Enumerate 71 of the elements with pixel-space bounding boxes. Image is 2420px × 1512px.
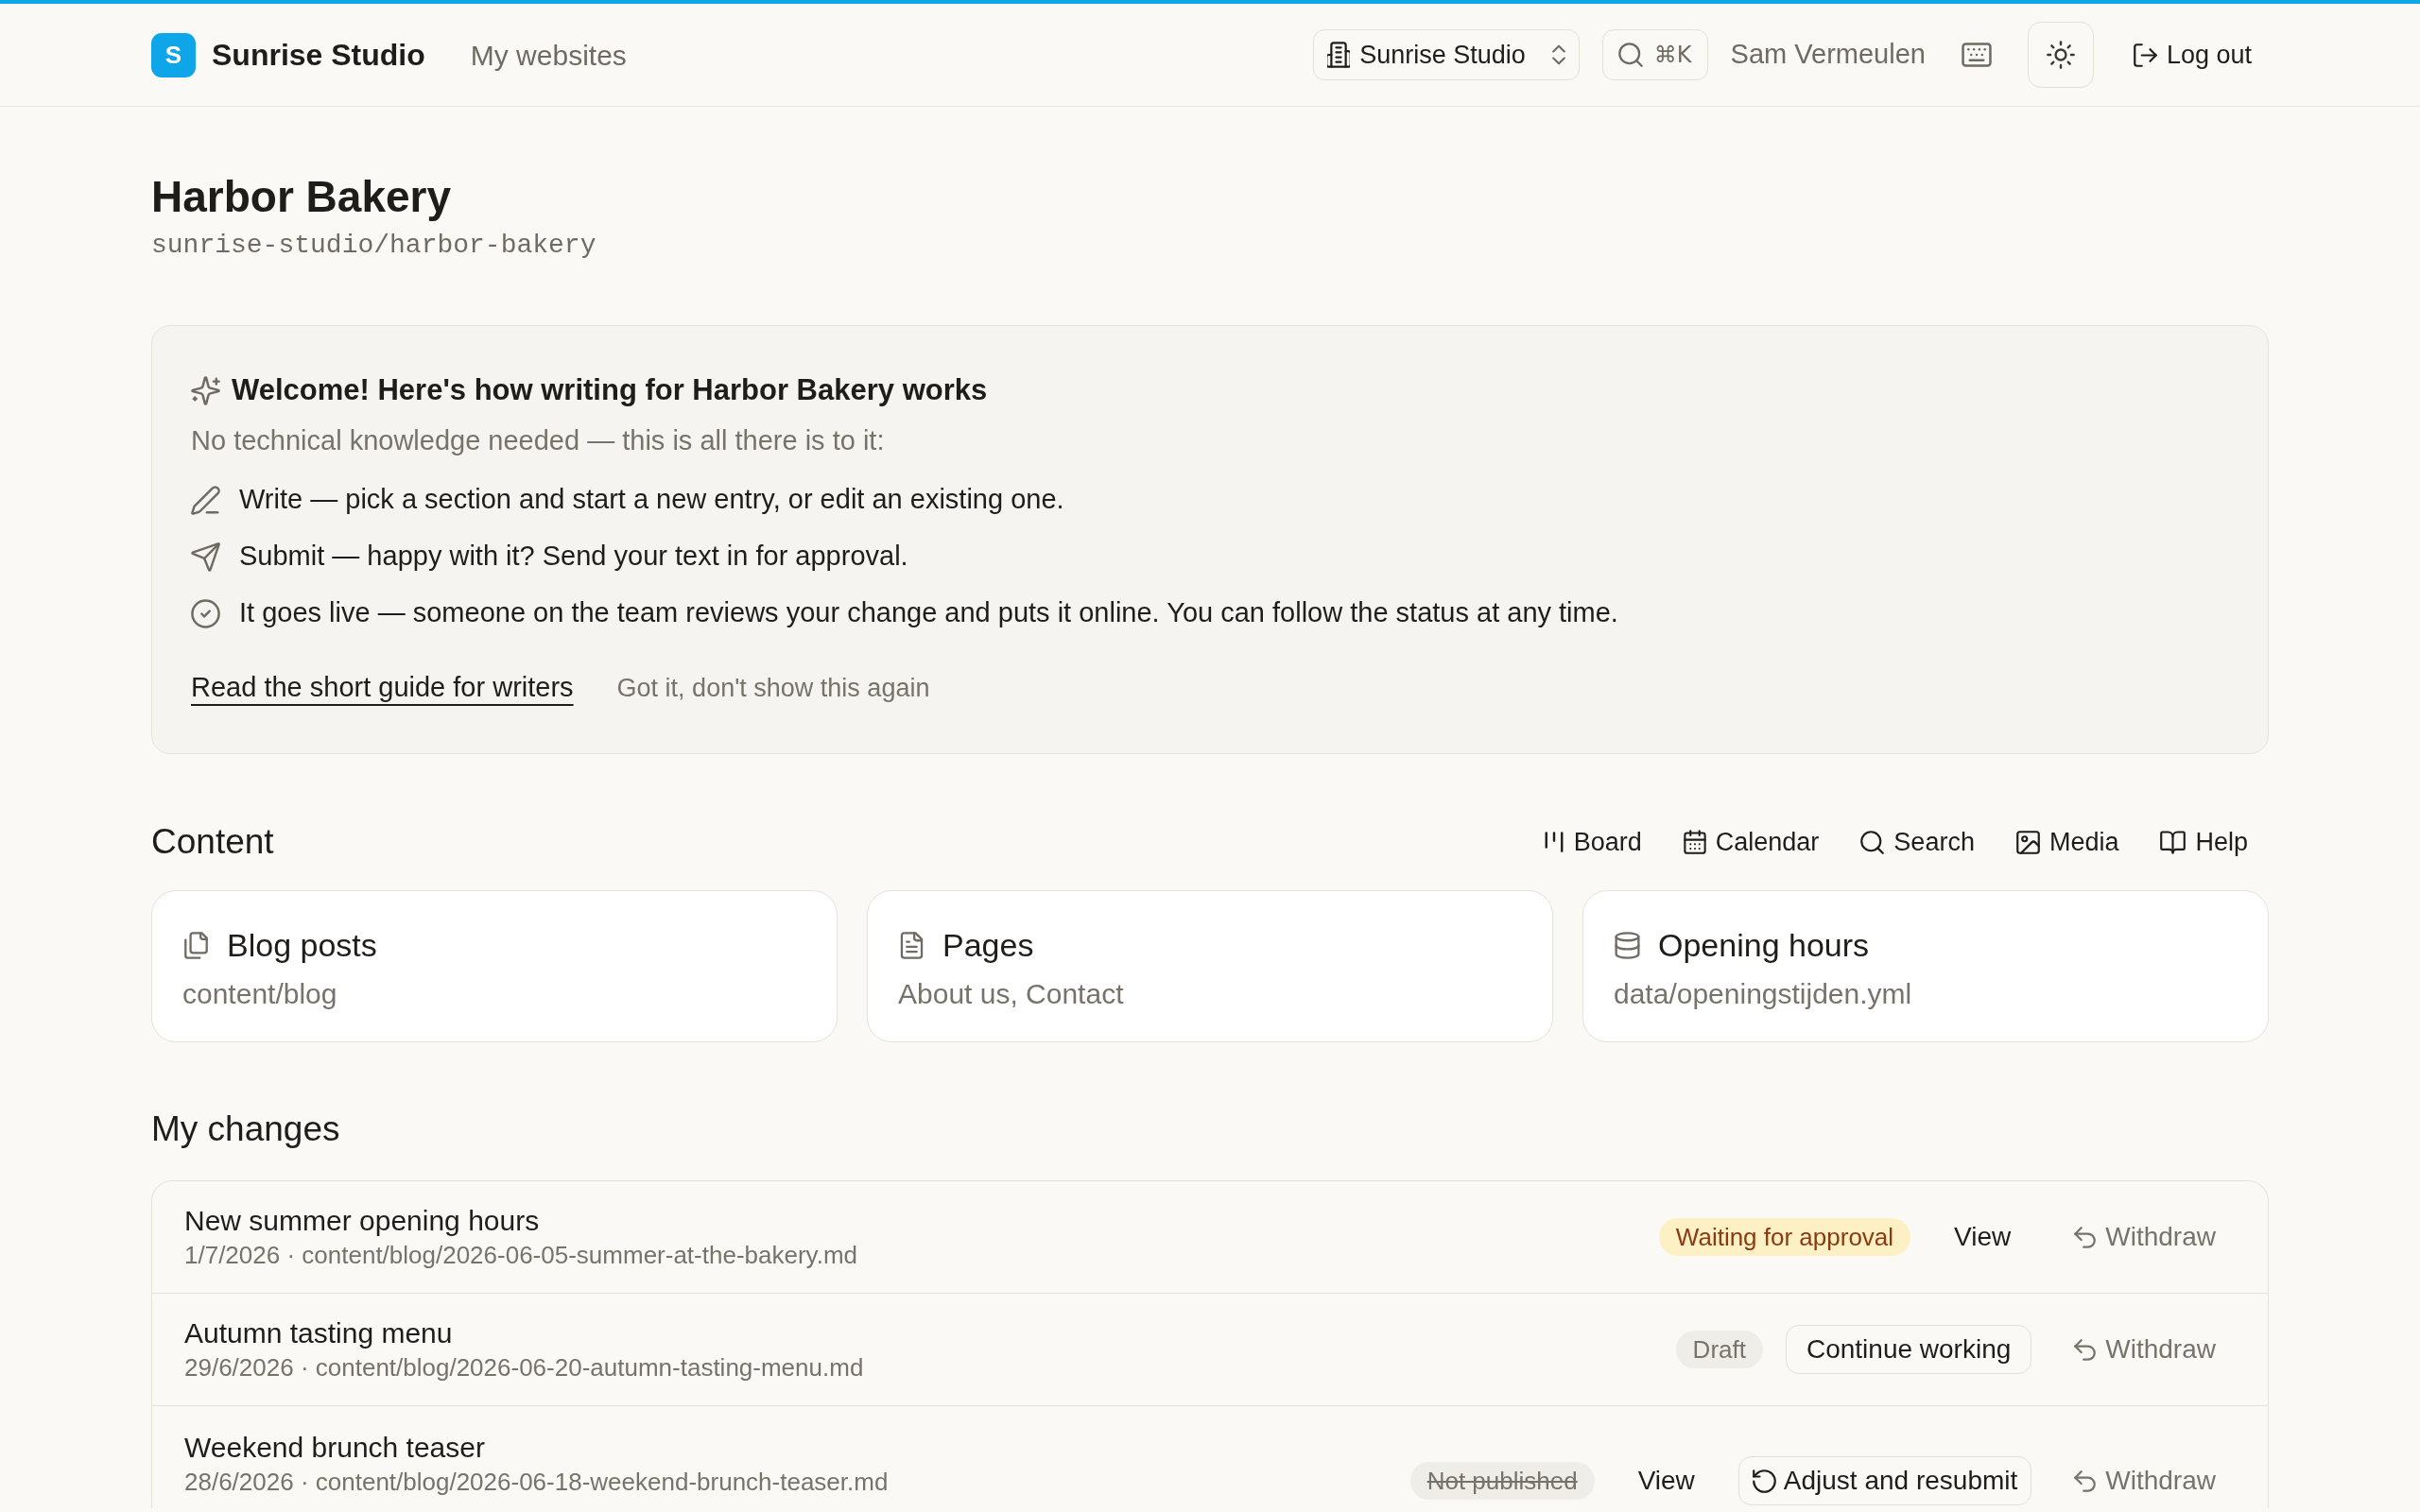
paper-plane-icon xyxy=(191,541,220,572)
board-link[interactable]: Board xyxy=(1522,819,1663,865)
section-title: Opening hours xyxy=(1658,925,1870,965)
rotate-icon xyxy=(1752,1469,1776,1493)
change-meta: 29/6/2026 · content/blog/2026-06-20-autumn-tasting-menu.md xyxy=(184,1352,865,1383)
welcome-intro: No technical knowledge needed — this is all there is to it: xyxy=(191,424,886,457)
check-circle-icon xyxy=(191,598,220,628)
section-title: Blog posts xyxy=(227,925,377,965)
step-text: It goes live — someone on the team reviews your change and puts it online. You can follow the status at any time. xyxy=(239,596,1618,630)
help-link[interactable]: Help xyxy=(2139,819,2269,865)
view-button[interactable]: View xyxy=(1616,1456,1716,1505)
change-meta: 1/7/2026 · content/blog/2026-06-05-summer-at-the-bakery.md xyxy=(184,1240,858,1270)
documents-icon xyxy=(182,931,210,959)
undo-icon xyxy=(2074,1469,2097,1492)
section-heading: Content xyxy=(151,821,274,864)
book-icon xyxy=(2160,830,2187,854)
keyboard-icon xyxy=(1961,43,1992,67)
step-text: Write — pick a section and start a new entry, or edit an existing one. xyxy=(239,483,1064,517)
workspace-switcher[interactable]: Sunrise Studio xyxy=(1313,29,1580,80)
dismiss-button[interactable]: Got it, don't show this again xyxy=(616,668,930,708)
database-icon xyxy=(1614,931,1641,959)
site-title: Harbor Bakery xyxy=(151,172,453,221)
pencil-icon xyxy=(191,485,220,515)
search-icon xyxy=(1860,830,1885,854)
search-button[interactable]: ⌘K xyxy=(1601,29,1708,80)
undo-icon xyxy=(2074,1338,2097,1361)
brand-name: Sunrise Studio xyxy=(212,37,425,74)
section-title: Pages xyxy=(942,925,1034,965)
section-card[interactable]: Blog posts content/blog xyxy=(151,890,838,1042)
section-path: About us, Contact xyxy=(898,977,1125,1011)
calendar-link[interactable]: Calendar xyxy=(1662,819,1841,865)
media-link[interactable]: Media xyxy=(1995,819,2140,865)
step-text: Submit — happy with it? Send your text in for approval. xyxy=(239,540,908,574)
sun-icon xyxy=(2046,41,2075,69)
status-badge: Waiting for approval xyxy=(1658,1218,1911,1256)
view-button[interactable]: View xyxy=(1933,1212,2032,1262)
withdraw-button[interactable]: Withdraw xyxy=(2054,1325,2236,1374)
resubmit-button[interactable]: Adjust and resubmit xyxy=(1737,1456,2032,1505)
change-title: New summer opening hours xyxy=(184,1204,541,1238)
building-icon xyxy=(1327,42,1351,68)
logout-icon xyxy=(2133,43,2157,67)
search-link[interactable]: Search xyxy=(1840,819,1996,865)
calendar-icon xyxy=(1683,830,1706,854)
brand-logo: S xyxy=(151,32,196,77)
sparkles-icon xyxy=(191,375,220,405)
image-icon xyxy=(2015,830,2040,854)
section-card[interactable]: Opening hours data/openingstijden.yml xyxy=(1582,890,2269,1042)
status-badge: Draft xyxy=(1675,1331,1763,1368)
undo-icon xyxy=(2074,1226,2097,1248)
change-meta: 28/6/2026 · content/blog/2026-06-18-weekend-brunch-teaser.md xyxy=(184,1467,890,1497)
document-icon xyxy=(898,931,925,959)
change-title: Autumn tasting menu xyxy=(184,1316,454,1350)
status-badge: Not published xyxy=(1409,1462,1595,1500)
section-heading: My changes xyxy=(151,1108,341,1150)
welcome-title: Welcome! Here's how writing for Harbor Bakery works xyxy=(232,371,988,408)
guide-link[interactable]: Read the short guide for writers xyxy=(191,667,574,709)
section-path: data/openingstijden.yml xyxy=(1614,977,1913,1011)
chevrons-icon xyxy=(1551,44,1565,65)
section-card[interactable]: Pages About us, Contact xyxy=(867,890,1553,1042)
theme-toggle-button[interactable] xyxy=(2027,22,2094,88)
withdraw-button[interactable]: Withdraw xyxy=(2054,1212,2236,1262)
section-path: content/blog xyxy=(182,977,338,1011)
site-path: sunrise-studio/harbor-bakery xyxy=(151,230,597,262)
kanban-icon xyxy=(1543,830,1564,854)
withdraw-button[interactable]: Withdraw xyxy=(2054,1456,2236,1505)
change-title: Weekend brunch teaser xyxy=(184,1431,486,1465)
continue-button[interactable]: Continue working xyxy=(1785,1325,2032,1374)
user-name: Sam Vermeulen xyxy=(1730,38,1926,72)
search-icon xyxy=(1617,43,1643,67)
my-websites-link[interactable]: My websites xyxy=(470,33,627,77)
logout-button[interactable]: Log out xyxy=(2116,29,2269,80)
